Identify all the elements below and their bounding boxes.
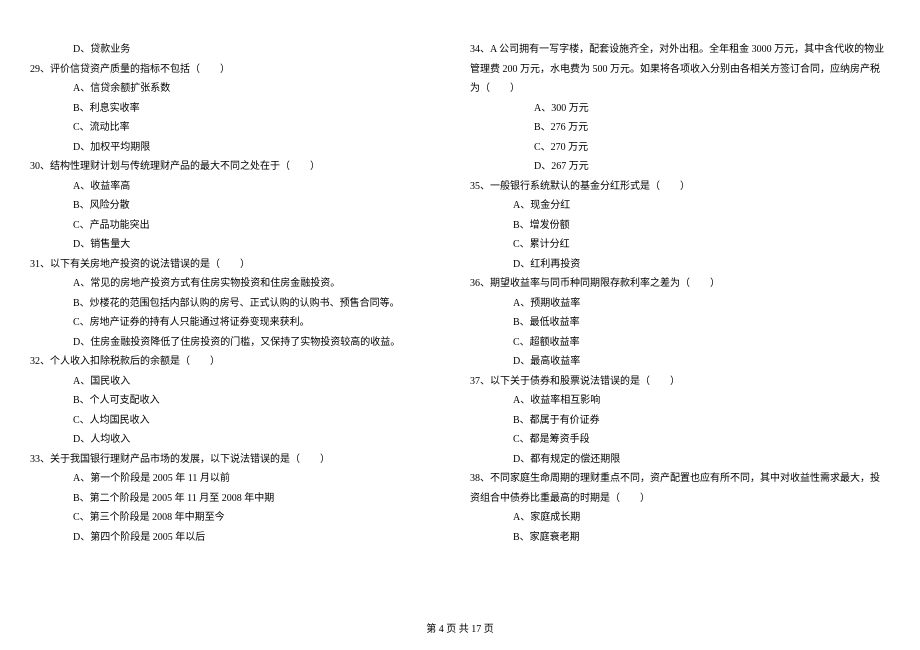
question-continuation: 资组合中债券比重最高的时期是（ ） xyxy=(470,489,890,509)
question-option: C、超额收益率 xyxy=(470,333,890,353)
question-option: D、加权平均期限 xyxy=(30,138,450,158)
question-option: A、预期收益率 xyxy=(470,294,890,314)
left-column: D、贷款业务29、评价信贷资产质量的指标不包括（ ）A、信贷余额扩张系数B、利息… xyxy=(30,40,450,547)
question-option: B、炒楼花的范围包括内部认购的房号、正式认购的认购书、预售合同等。 xyxy=(30,294,450,314)
question-option: B、个人可支配收入 xyxy=(30,391,450,411)
question-option: A、300 万元 xyxy=(470,99,890,119)
question-option: A、第一个阶段是 2005 年 11 月以前 xyxy=(30,469,450,489)
page-content: D、贷款业务29、评价信贷资产质量的指标不包括（ ）A、信贷余额扩张系数B、利息… xyxy=(0,0,920,577)
page-footer: 第 4 页 共 17 页 xyxy=(0,620,920,635)
question-option: A、家庭成长期 xyxy=(470,508,890,528)
question-option: C、第三个阶段是 2008 年中期至今 xyxy=(30,508,450,528)
question-option: B、家庭衰老期 xyxy=(470,528,890,548)
question-option: C、产品功能突出 xyxy=(30,216,450,236)
question-option: A、收益率高 xyxy=(30,177,450,197)
question-stem: 31、以下有关房地产投资的说法错误的是（ ） xyxy=(30,255,450,275)
question-option: B、最低收益率 xyxy=(470,313,890,333)
question-option: D、人均收入 xyxy=(30,430,450,450)
question-stem: 38、不同家庭生命周期的理财重点不同，资产配置也应有所不同，其中对收益性需求最大… xyxy=(470,469,890,489)
question-option: B、风险分散 xyxy=(30,196,450,216)
question-stem: 30、结构性理财计划与传统理财产品的最大不同之处在于（ ） xyxy=(30,157,450,177)
question-option: D、267 万元 xyxy=(470,157,890,177)
question-option: A、现金分红 xyxy=(470,196,890,216)
question-option: B、276 万元 xyxy=(470,118,890,138)
question-option: C、人均国民收入 xyxy=(30,411,450,431)
question-option: A、国民收入 xyxy=(30,372,450,392)
question-option: D、最高收益率 xyxy=(470,352,890,372)
question-option: B、增发份额 xyxy=(470,216,890,236)
question-option: B、第二个阶段是 2005 年 11 月至 2008 年中期 xyxy=(30,489,450,509)
question-stem: 34、A 公司拥有一写字楼，配套设施齐全，对外出租。全年租金 3000 万元，其… xyxy=(470,40,890,60)
question-option: C、累计分红 xyxy=(470,235,890,255)
question-option: D、红利再投资 xyxy=(470,255,890,275)
question-option: A、收益率相互影响 xyxy=(470,391,890,411)
question-option: C、房地产证券的持有人只能通过将证券变现来获利。 xyxy=(30,313,450,333)
question-option: D、都有规定的偿还期限 xyxy=(470,450,890,470)
question-stem: 33、关于我国银行理财产品市场的发展，以下说法错误的是（ ） xyxy=(30,450,450,470)
question-continuation: 为（ ） xyxy=(470,79,890,99)
question-stem: 37、以下关于债券和股票说法错误的是（ ） xyxy=(470,372,890,392)
question-option: D、住房金融投资降低了住房投资的门槛，又保持了实物投资较高的收益。 xyxy=(30,333,450,353)
question-stem: 29、评价信贷资产质量的指标不包括（ ） xyxy=(30,60,450,80)
question-stem: 36、期望收益率与同币种同期限存款利率之差为（ ） xyxy=(470,274,890,294)
question-option: B、利息实收率 xyxy=(30,99,450,119)
question-stem: 35、一般银行系统默认的基金分红形式是（ ） xyxy=(470,177,890,197)
question-option: A、信贷余额扩张系数 xyxy=(30,79,450,99)
question-option: C、都是筹资手段 xyxy=(470,430,890,450)
question-continuation: 管理费 200 万元，水电费为 500 万元。如果将各项收入分别由各相关方签订合… xyxy=(470,60,890,80)
right-column: 34、A 公司拥有一写字楼，配套设施齐全，对外出租。全年租金 3000 万元，其… xyxy=(470,40,890,547)
question-option: C、270 万元 xyxy=(470,138,890,158)
question-stem: 32、个人收入扣除税款后的余额是（ ） xyxy=(30,352,450,372)
question-option: D、贷款业务 xyxy=(30,40,450,60)
question-option: B、都属于有价证券 xyxy=(470,411,890,431)
question-option: D、销售量大 xyxy=(30,235,450,255)
question-option: D、第四个阶段是 2005 年以后 xyxy=(30,528,450,548)
question-option: A、常见的房地产投资方式有住房实物投资和住房金融投资。 xyxy=(30,274,450,294)
question-option: C、流动比率 xyxy=(30,118,450,138)
